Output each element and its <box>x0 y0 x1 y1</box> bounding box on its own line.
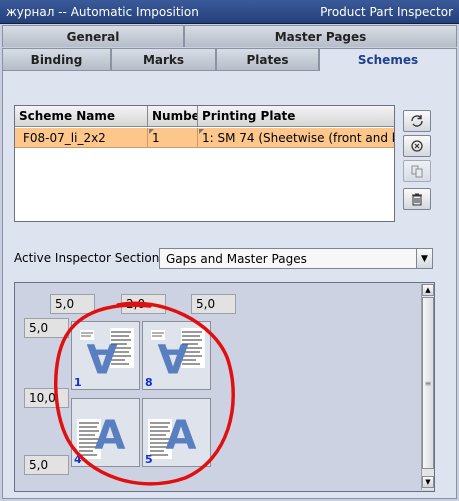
scroll-down-button[interactable]: ▼ <box>422 476 434 488</box>
cell-number[interactable]: 1 <box>148 128 198 148</box>
svg-text:A: A <box>157 334 188 380</box>
page-artwork-icon: A <box>77 413 126 459</box>
scheme-table[interactable]: Scheme Name Number Printing Plate F08-07… <box>14 105 395 222</box>
page-artwork-icon: A <box>148 413 197 459</box>
gap-field-left-bottom[interactable]: 5,0 <box>24 455 69 475</box>
sync-icon <box>411 140 423 152</box>
chevron-down-icon[interactable]: ▼ <box>416 249 432 268</box>
page-number: 4 <box>74 453 82 466</box>
svg-text:A: A <box>166 413 197 459</box>
reorder-icon <box>411 165 423 178</box>
refresh-button[interactable] <box>403 110 431 132</box>
page-artwork-icon: A <box>80 328 134 380</box>
inspector-section-label: Active Inspector Section: <box>14 251 164 265</box>
cell-corner-marker <box>149 129 154 134</box>
page-artwork-icon: A <box>151 328 205 380</box>
tab-master-pages-label: Master Pages <box>274 29 367 44</box>
column-header-number[interactable]: Number <box>148 106 198 127</box>
delete-button[interactable] <box>403 188 431 210</box>
inspector-title: Product Part Inspector <box>320 4 453 19</box>
gap-field-top-left[interactable]: 5,0 <box>50 294 95 314</box>
svg-text:A: A <box>95 413 126 459</box>
inspector-section-select[interactable]: Gaps and Master Pages ▼ <box>159 248 433 269</box>
reorder-button[interactable] <box>403 160 431 182</box>
page-thumbnail[interactable]: A 5 <box>142 398 211 467</box>
column-header-printing-plate[interactable]: Printing Plate <box>198 106 394 127</box>
cell-corner-marker <box>199 129 204 134</box>
cell-scheme-name-text: F08-07_li_2x2 <box>23 130 106 145</box>
tab-master-pages[interactable]: Master Pages <box>184 25 457 47</box>
tab-plates[interactable]: Plates <box>216 48 319 70</box>
trash-icon <box>412 193 422 206</box>
inspector-section-value: Gaps and Master Pages <box>166 251 307 266</box>
tab-binding-label: Binding <box>30 52 83 67</box>
tab-schemes[interactable]: Schemes <box>319 48 457 71</box>
page-number: 8 <box>145 376 153 389</box>
gap-field-top-right[interactable]: 5,0 <box>191 294 236 314</box>
window-titlebar: журнал -- Automatic Imposition Product P… <box>0 0 459 24</box>
gap-field-top-middle[interactable]: 2,0 <box>121 294 166 314</box>
cell-scheme-name[interactable]: F08-07_li_2x2 <box>15 128 148 148</box>
page-thumbnail[interactable]: A 1 <box>71 321 140 390</box>
page-thumbnail[interactable]: A 4 <box>71 398 140 467</box>
page-number: 1 <box>74 376 82 389</box>
page-number: 5 <box>145 453 153 466</box>
tab-marks[interactable]: Marks <box>111 48 216 70</box>
window-title: журнал -- Automatic Imposition <box>6 4 199 19</box>
sync-button[interactable] <box>403 135 431 157</box>
cell-printing-plate[interactable]: 1: SM 74 (Sheetwise (front and back)) <box>198 128 394 148</box>
imposition-preview[interactable]: 5,0 2,0 5,0 5,0 10,0 5,0 A 1 A 8 A 4 A 5… <box>14 282 435 492</box>
scroll-up-button[interactable]: ▲ <box>422 284 434 296</box>
scrollbar-thumb[interactable]: ≡ <box>422 297 434 469</box>
page-thumbnail[interactable]: A 8 <box>142 321 211 390</box>
tab-marks-label: Marks <box>142 52 185 67</box>
tab-plates-label: Plates <box>246 52 289 67</box>
tab-binding[interactable]: Binding <box>2 48 111 70</box>
preview-vertical-scrollbar[interactable]: ▲ ≡ ▼ <box>421 284 434 490</box>
tab-general[interactable]: General <box>2 25 184 47</box>
tab-schemes-label: Schemes <box>357 53 419 67</box>
svg-text:A: A <box>86 334 117 380</box>
gap-field-left-middle[interactable]: 10,0 <box>24 388 69 408</box>
tab-general-label: General <box>66 29 120 44</box>
cell-printing-plate-text: 1: SM 74 (Sheetwise (front and back)) <box>202 130 394 145</box>
refresh-icon <box>411 115 423 127</box>
column-header-scheme-name[interactable]: Scheme Name <box>15 106 148 127</box>
gap-field-left-top[interactable]: 5,0 <box>24 318 69 338</box>
